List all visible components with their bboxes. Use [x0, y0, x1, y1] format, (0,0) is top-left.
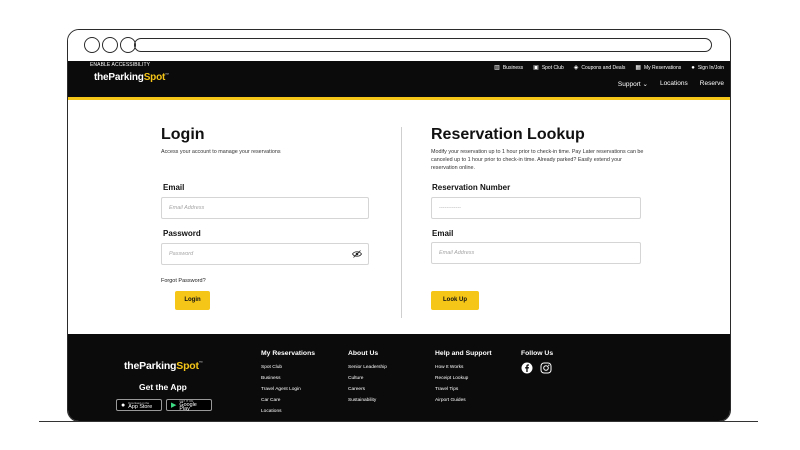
play-icon: ▶: [171, 402, 177, 409]
reservation-number-input[interactable]: ------------: [431, 197, 641, 219]
user-icon: ●: [691, 64, 695, 71]
bottom-rule: [39, 421, 758, 422]
footer-link[interactable]: Sustainability: [348, 395, 387, 406]
badge-icon: ▣: [533, 65, 539, 71]
login-title: Login: [161, 126, 205, 143]
footer-link[interactable]: Car Care: [261, 395, 315, 406]
tag-icon: ◈: [573, 65, 579, 71]
footer-logo[interactable]: theParkingSpot™: [124, 360, 203, 372]
utility-coupons[interactable]: ◈ Coupons and Deals: [573, 64, 626, 72]
login-button[interactable]: Login: [175, 291, 210, 310]
logo-the: the: [94, 72, 109, 83]
site-footer: theParkingSpot™ Get the App ● Download o…: [68, 334, 730, 421]
instagram-icon[interactable]: [540, 362, 552, 374]
utility-label: Sign In/Join: [697, 64, 724, 71]
footer-link[interactable]: Careers: [348, 384, 387, 395]
follow-us-heading: Follow Us: [521, 350, 554, 357]
address-bar[interactable]: [134, 38, 712, 52]
reservation-number-label: Reservation Number: [432, 183, 511, 192]
utility-label: My Reservations: [644, 64, 682, 71]
logo-trademark: ™: [165, 72, 169, 77]
footer-link[interactable]: Travel Tips: [435, 384, 492, 395]
utility-label: Business: [502, 64, 524, 71]
screen: ENABLE ACCESSIBILITY theParkingSpot™ ▥ Bu…: [0, 0, 800, 450]
eye-off-icon[interactable]: [352, 250, 362, 258]
footer-link[interactable]: Airport Guides: [435, 395, 492, 406]
utility-nav: ▥ Business ▣ Spot Club ◈ Coupons and Deals …: [494, 64, 724, 72]
footer-link[interactable]: Spot Club: [261, 362, 315, 373]
google-play-badge[interactable]: ▶ GET IT ON Google Play: [166, 399, 212, 412]
calendar-icon: ▦: [635, 65, 641, 71]
nav-locations[interactable]: Locations: [660, 80, 688, 88]
section-divider: [401, 127, 402, 318]
main-content: Login Access your account to manage your…: [68, 100, 730, 334]
footer-heading[interactable]: Help and Support: [435, 350, 492, 357]
app-store-badge[interactable]: ● Download on the App Store: [116, 399, 162, 411]
footer-link[interactable]: Business: [261, 373, 315, 384]
footer-link[interactable]: Culture: [348, 373, 387, 384]
logo-spot: Spot: [176, 360, 199, 372]
footer-link[interactable]: Receipt Lookup: [435, 373, 492, 384]
app-store-big: App Store: [128, 404, 153, 410]
footer-col-reservations: My Reservations Spot Club Business Trave…: [261, 350, 315, 417]
footer-heading[interactable]: About Us: [348, 350, 387, 357]
main-nav: Support ⌄ Locations Reserve: [618, 80, 724, 88]
window-close-button[interactable]: [84, 37, 100, 53]
site-logo[interactable]: theParkingSpot™: [94, 72, 169, 83]
lookup-email-label: Email: [432, 229, 454, 238]
footer-link[interactable]: Senior Leadership: [348, 362, 387, 373]
login-password-label: Password: [163, 229, 201, 238]
get-app-heading: Get the App: [139, 382, 187, 392]
logo-trademark: ™: [198, 360, 203, 365]
nav-reserve[interactable]: Reserve: [700, 80, 724, 88]
footer-link[interactable]: Locations: [261, 406, 315, 417]
lookup-button[interactable]: Look Up: [431, 291, 479, 310]
footer-col-help: Help and Support How It Works Receipt Lo…: [435, 350, 492, 406]
building-icon: ▥: [494, 65, 500, 71]
utility-spot-club[interactable]: ▣ Spot Club: [533, 64, 564, 72]
password-placeholder: Password: [169, 251, 194, 257]
login-password-input[interactable]: Password: [161, 243, 369, 265]
social-links: [521, 362, 553, 374]
forgot-password-link[interactable]: Forgot Password?: [161, 278, 206, 284]
utility-my-reservations[interactable]: ▦ My Reservations: [635, 64, 682, 72]
utility-label: Spot Club: [541, 64, 564, 71]
lookup-title: Reservation Lookup: [431, 126, 585, 143]
login-subtitle: Access your account to manage your reser…: [161, 149, 281, 155]
logo-spot: Spot: [143, 72, 166, 83]
lookup-email-input[interactable]: Email Address: [431, 242, 641, 264]
utility-business[interactable]: ▥ Business: [494, 64, 524, 72]
facebook-icon[interactable]: [521, 362, 533, 374]
footer-link[interactable]: Travel Agent Login: [261, 384, 315, 395]
lookup-description: Modify your reservation up to 1 hour pri…: [431, 149, 644, 171]
login-email-label: Email: [163, 183, 185, 192]
browser-titlebar: [68, 30, 730, 61]
utility-label: Coupons and Deals: [581, 64, 626, 71]
accessibility-link[interactable]: ENABLE ACCESSIBILITY: [90, 62, 150, 68]
footer-heading[interactable]: My Reservations: [261, 350, 315, 357]
logo-the: the: [124, 360, 140, 372]
login-email-input[interactable]: Email Address: [161, 197, 369, 219]
utility-sign-in[interactable]: ● Sign In/Join: [691, 64, 724, 71]
logo-parking: Parking: [139, 360, 177, 372]
logo-parking: Parking: [108, 72, 144, 83]
footer-col-follow: Follow Us: [521, 350, 553, 374]
site-header: ENABLE ACCESSIBILITY theParkingSpot™ ▥ Bu…: [68, 61, 730, 100]
window-minimize-button[interactable]: [102, 37, 118, 53]
footer-link[interactable]: How It Works: [435, 362, 492, 373]
apple-icon: ●: [121, 401, 126, 409]
nav-support[interactable]: Support ⌄: [618, 80, 648, 88]
footer-col-about: About Us Senior Leadership Culture Caree…: [348, 350, 387, 406]
browser-window: ENABLE ACCESSIBILITY theParkingSpot™ ▥ Bu…: [67, 29, 731, 422]
google-play-big: Google Play: [179, 402, 197, 412]
